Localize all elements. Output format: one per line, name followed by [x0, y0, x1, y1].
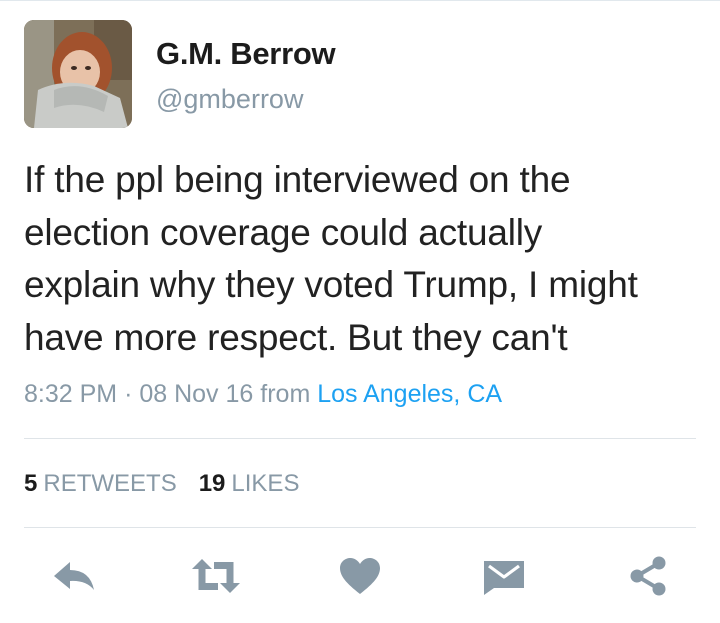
tweet-text-line: have more respect. But they can't — [24, 316, 568, 358]
tweet-time: 8:32 PM — [24, 380, 118, 408]
display-name[interactable]: G.M. Berrow — [156, 36, 336, 72]
divider — [24, 438, 696, 439]
tweet-text: If the ppl being interviewed on the elec… — [24, 154, 714, 364]
message-icon — [484, 561, 524, 595]
retweet-icon — [192, 559, 240, 593]
tweet-stats: 5 RETWEETS 19 LIKES — [24, 470, 299, 498]
share-icon — [630, 556, 666, 596]
retweet-button[interactable] — [186, 548, 246, 604]
likes-stat[interactable]: 19 LIKES — [199, 470, 300, 497]
like-icon — [340, 558, 380, 594]
divider — [24, 527, 696, 528]
message-button[interactable] — [474, 548, 534, 604]
tweet-text-line: election coverage could actually — [24, 211, 543, 253]
share-button[interactable] — [618, 548, 678, 604]
tweet-text-line: explain why they voted Trump, I might — [24, 264, 638, 305]
retweets-count: 5 — [24, 470, 38, 497]
tweet-date: 08 Nov 16 — [139, 380, 254, 408]
location-link[interactable]: Los Angeles, CA — [317, 380, 502, 408]
user-handle[interactable]: @gmberrow — [156, 84, 303, 115]
tweet-text-line: If the ppl being interviewed on the — [24, 159, 571, 200]
likes-count: 19 — [198, 470, 226, 497]
reply-button[interactable] — [44, 548, 104, 604]
avatar-photo — [24, 20, 132, 128]
action-bar — [0, 548, 720, 604]
tweet-meta: 8:32 PM · 08 Nov 16 from Los Angeles, CA — [24, 380, 502, 409]
meta-separator: · — [124, 380, 133, 408]
likes-label: LIKES — [231, 470, 300, 497]
top-divider — [0, 0, 720, 1]
reply-icon — [54, 562, 94, 590]
retweets-stat[interactable]: 5 RETWEETS — [24, 470, 177, 497]
from-label: from — [260, 380, 311, 408]
retweets-label: RETWEETS — [43, 470, 177, 497]
avatar[interactable] — [24, 20, 132, 128]
like-button[interactable] — [330, 548, 390, 604]
